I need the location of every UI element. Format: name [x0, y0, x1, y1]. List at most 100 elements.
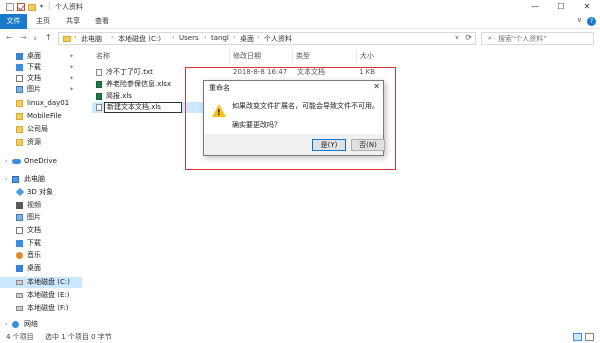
dialog-footer: 是(Y) 否(N)	[204, 134, 385, 155]
dialog-title-bar[interactable]: 重命名 ✕	[204, 81, 383, 94]
breadcrumb-users[interactable]: Users	[179, 34, 199, 42]
yes-button[interactable]: 是(Y)	[312, 139, 346, 151]
close-button[interactable]: ✕	[574, 0, 600, 14]
sidebar-item-desktop[interactable]: 桌面 ✦	[0, 51, 82, 62]
sidebar-item-label: 下载	[27, 63, 41, 71]
quick-access-dropdown-icon[interactable]: ▾	[40, 3, 43, 10]
sidebar-item-resources[interactable]: 资源	[0, 137, 82, 148]
rename-dialog: 重命名 ✕ ! 如果改变文件扩展名，可能会导致文件不可用。 确实要更改吗？ 是(…	[203, 80, 385, 156]
sidebar-item-documents[interactable]: 文档 ✦	[0, 73, 82, 84]
sidebar-item-onedrive[interactable]: › OneDrive	[0, 156, 82, 167]
large-icons-view-icon[interactable]	[585, 333, 594, 341]
tab-file[interactable]: 文件	[0, 14, 27, 29]
sidebar-item-videos[interactable]: 视频	[0, 200, 82, 211]
breadcrumb-this-pc[interactable]: 此电脑	[81, 34, 102, 44]
column-divider[interactable]	[356, 50, 357, 62]
dialog-close-button[interactable]: ✕	[373, 82, 380, 91]
dialog-question: 确实要更改吗？	[232, 121, 281, 129]
ribbon-expand-icon[interactable]: ∨	[577, 16, 582, 24]
sidebar-item-drive-c[interactable]: 本地磁盘 (C:)	[0, 277, 82, 288]
expand-icon[interactable]: ›	[5, 174, 7, 185]
column-divider[interactable]	[229, 50, 230, 62]
back-arrow-icon[interactable]: ←	[6, 33, 13, 42]
desktop-icon	[16, 265, 23, 272]
file-name: 简报.xls	[106, 92, 132, 100]
new-folder-icon[interactable]	[28, 4, 36, 11]
pin-icon[interactable]: ✦	[69, 73, 74, 84]
sidebar-item-label: 本地磁盘 (E:)	[27, 291, 70, 299]
title-separator: |	[48, 2, 51, 10]
sidebar-item-3d-objects[interactable]: 3D 对象	[0, 187, 82, 198]
sidebar-item-desktop-pc[interactable]: 桌面	[0, 263, 82, 274]
column-header-name[interactable]: 名称	[96, 51, 110, 61]
sidebar-item-documents-pc[interactable]: 文档	[0, 225, 82, 236]
folder-icon	[16, 113, 23, 120]
sidebar-item-pictures-pc[interactable]: 图片	[0, 212, 82, 223]
minimize-button[interactable]: —	[522, 0, 548, 14]
desktop-icon	[16, 53, 23, 60]
column-header-size[interactable]: 大小	[360, 51, 374, 61]
address-dropdown-icon[interactable]: ∨	[455, 34, 459, 41]
ribbon: 文件 主页 共享 查看 ∨ ?	[0, 14, 600, 29]
address-bar[interactable]: › 此电脑 › 本地磁盘 (C:) › Users › tangl › 桌面 ›…	[58, 32, 476, 45]
details-view-icon[interactable]	[573, 333, 582, 341]
breadcrumb-separator: ›	[257, 34, 260, 41]
sidebar-item-mobilefile[interactable]: MobileFile	[0, 111, 82, 122]
search-input[interactable]: 搜索"个人资料"	[498, 34, 546, 44]
breadcrumb-drive-c[interactable]: 本地磁盘 (C:)	[118, 34, 161, 44]
sidebar-item-drive-e[interactable]: 本地磁盘 (E:)	[0, 290, 82, 301]
breadcrumb-personal-files[interactable]: 个人资料	[264, 34, 292, 44]
address-row: ← → ∨ ↑ › 此电脑 › 本地磁盘 (C:) › Users › tang…	[0, 30, 600, 47]
sidebar-item-network[interactable]: › 网络	[0, 319, 82, 330]
drive-icon	[16, 293, 23, 298]
picture-icon	[16, 214, 23, 221]
sidebar-item-label: 音乐	[27, 251, 41, 259]
breadcrumb-desktop[interactable]: 桌面	[240, 34, 254, 44]
expand-icon[interactable]: ›	[5, 156, 7, 167]
up-arrow-icon[interactable]: ↑	[45, 33, 52, 42]
tab-home[interactable]: 主页	[31, 14, 55, 29]
3d-objects-icon	[15, 187, 25, 197]
tab-view[interactable]: 查看	[90, 14, 114, 29]
properties-icon[interactable]	[6, 3, 14, 11]
tab-share[interactable]: 共享	[61, 14, 85, 29]
sidebar-item-label: 视频	[27, 201, 41, 209]
pin-icon[interactable]: ✦	[69, 84, 74, 95]
folder-icon	[16, 139, 23, 146]
column-divider[interactable]	[292, 50, 293, 62]
rename-input[interactable]: 新建文本文档.xls	[104, 102, 182, 113]
checkmark-icon[interactable]	[17, 3, 25, 11]
sidebar-item-drive-f[interactable]: 本地磁盘 (F:)	[0, 303, 82, 314]
column-header-type[interactable]: 类型	[296, 51, 310, 61]
sidebar-item-downloads-pc[interactable]: 下载	[0, 238, 82, 249]
search-box[interactable]: ⌕ 搜索"个人资料"	[481, 32, 594, 45]
help-icon[interactable]: ?	[587, 17, 596, 26]
column-header-date[interactable]: 修改日期	[233, 51, 261, 61]
breadcrumb-separator: ›	[74, 34, 77, 41]
forward-arrow-icon[interactable]: →	[20, 33, 27, 42]
sidebar-item-music[interactable]: 音乐	[0, 250, 82, 261]
refresh-icon[interactable]: ⟳	[465, 33, 472, 42]
breadcrumb-separator: ›	[204, 34, 207, 41]
sidebar-item-company[interactable]: 公司局	[0, 124, 82, 135]
sidebar-item-downloads[interactable]: 下载 ✦	[0, 62, 82, 73]
sidebar-item-label: 资源	[27, 138, 41, 146]
sidebar-item-label: 图片	[27, 213, 41, 221]
sidebar-item-label: 此电脑	[24, 175, 45, 183]
download-icon	[16, 64, 23, 71]
breadcrumb-tangl[interactable]: tangl	[211, 34, 229, 42]
sidebar-item-linux-day01[interactable]: linux_day01	[0, 98, 82, 109]
pin-icon[interactable]: ✦	[69, 62, 74, 73]
sidebar-item-this-pc[interactable]: › 此电脑	[0, 174, 82, 185]
sidebar-item-label: 图片	[27, 85, 41, 93]
maximize-button[interactable]: ☐	[548, 0, 574, 14]
file-name: 养老险参保信息.xlsx	[106, 80, 172, 88]
expand-icon[interactable]: ›	[5, 319, 7, 330]
dialog-title: 重命名	[209, 84, 230, 92]
sidebar-item-pictures[interactable]: 图片 ✦	[0, 84, 82, 95]
video-icon	[16, 202, 23, 209]
recent-locations-icon[interactable]: ∨	[33, 35, 37, 42]
pin-icon[interactable]: ✦	[69, 51, 74, 62]
excel-file-icon	[96, 93, 102, 100]
no-button[interactable]: 否(N)	[351, 139, 385, 151]
